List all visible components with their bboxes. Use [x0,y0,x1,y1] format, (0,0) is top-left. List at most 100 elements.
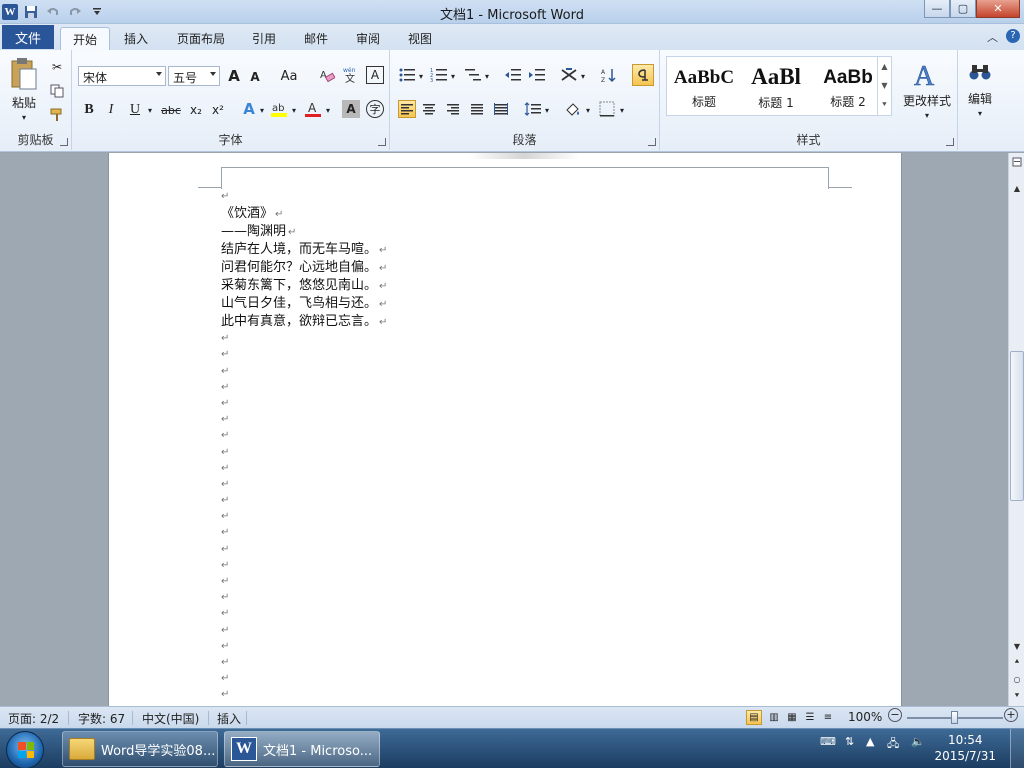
numbering-icon[interactable]: 123 [430,66,448,84]
paste-button[interactable]: 粘贴 [4,94,44,110]
font-launcher-icon[interactable] [378,138,386,146]
change-case-button[interactable]: Aa [276,66,302,86]
document-page[interactable]: ↵ 《饮酒》 ↵ ——陶渊明 ↵ 结庐在人境，而无车马喧。 ↵ 问君何能尔？心远地自偏… [108,153,902,706]
word-count[interactable]: 字数: 67 [78,710,125,727]
change-styles-icon[interactable]: A [904,56,948,92]
line-spacing-icon[interactable] [524,100,542,118]
minimize-ribbon-icon[interactable]: ︿ [987,29,998,45]
grow-font-button[interactable]: A [224,66,244,86]
style-item-heading-2[interactable]: AaBb 标题 2 [813,59,883,113]
change-styles-button[interactable]: 更改样式 [898,92,956,108]
line-spacing-dropdown-icon[interactable]: ▾ [543,104,551,116]
paragraph-launcher-icon[interactable] [648,138,656,146]
align-center-icon[interactable] [420,100,438,118]
align-left-icon[interactable] [398,100,416,118]
gallery-down-icon[interactable]: ▼ [881,81,887,90]
bold-button[interactable]: B [80,100,98,120]
underline-dropdown-icon[interactable]: ▾ [146,104,154,116]
highlight-dropdown-icon[interactable]: ▾ [290,104,298,116]
network-icon[interactable]: 🖧 [887,735,899,754]
ruler-toggle-icon[interactable] [1010,155,1024,169]
strikethrough-button[interactable]: abc [158,100,184,120]
tab-references[interactable]: 引用 [244,27,284,50]
underline-button[interactable]: U [126,100,144,120]
enclose-characters-icon[interactable]: 字 [366,100,384,118]
draft-view-icon[interactable]: ≡ [820,710,836,725]
show-hide-marks-icon[interactable] [632,64,654,86]
style-item-title[interactable]: AaBbC 标题 [669,59,739,113]
system-clock[interactable]: 10:54 2015/7/31 [934,732,996,764]
font-size-combo[interactable]: 五号 [168,66,220,86]
show-hidden-icons[interactable]: ▲ [866,735,874,748]
copy-icon[interactable] [48,82,66,100]
web-layout-icon[interactable]: ▦ [784,710,800,725]
tab-page-layout[interactable]: 页面布局 [170,27,232,50]
numbering-dropdown-icon[interactable]: ▾ [449,70,457,82]
chinese-layout-icon[interactable] [560,66,578,84]
highlight-icon[interactable]: ab [270,100,288,118]
editing-button[interactable]: 编辑 [962,90,998,106]
shrink-font-button[interactable]: A [246,68,264,86]
shading-dropdown-icon[interactable]: ▾ [584,104,592,116]
scroll-thumb[interactable] [1010,351,1024,501]
scroll-down-icon[interactable]: ▼ [1010,639,1024,653]
borders-icon[interactable] [598,100,616,118]
cut-icon[interactable]: ✂ [48,58,66,76]
language-indicator[interactable]: 中文(中国) [142,710,199,727]
start-button[interactable] [6,731,44,768]
font-color-dropdown-icon[interactable]: ▾ [324,104,332,116]
binoculars-icon[interactable] [966,58,994,86]
taskbar-item-word[interactable]: W 文档1 - Microso... [224,731,380,767]
gallery-up-icon[interactable]: ▲ [881,62,887,71]
gallery-more-icon[interactable]: ⯆ [881,100,887,110]
increase-indent-icon[interactable] [528,66,546,84]
tab-insert[interactable]: 插入 [114,27,158,50]
tab-file[interactable]: 文件 [2,25,54,49]
multilevel-list-icon[interactable] [464,66,482,84]
bullets-dropdown-icon[interactable]: ▾ [417,70,425,82]
insert-mode[interactable]: 插入 [217,710,241,727]
change-styles-dropdown-icon[interactable]: ▾ [921,110,933,120]
next-page-icon[interactable]: ⯆ [1010,689,1024,703]
full-screen-reading-icon[interactable]: ▥ [766,710,782,725]
italic-button[interactable]: I [102,100,120,120]
help-icon[interactable]: ? [1006,29,1020,43]
outline-view-icon[interactable]: ☰ [802,710,818,725]
taskbar-item-folder[interactable]: Word导学实验08... [62,731,218,767]
character-shading-icon[interactable]: A [342,100,360,118]
maximize-button[interactable]: ▢ [950,0,976,18]
character-border-icon[interactable]: A [366,66,384,84]
chinese-layout-dropdown-icon[interactable]: ▾ [579,70,587,82]
vertical-scrollbar[interactable]: ▲ ▼ ⯅ ○ ⯆ [1008,153,1024,706]
text-effects-dropdown-icon[interactable]: ▾ [258,104,266,116]
align-right-icon[interactable] [444,100,462,118]
clear-formatting-icon[interactable]: A [318,66,336,84]
font-size-dropdown-icon[interactable] [210,72,216,76]
sort-icon[interactable]: AZ [600,66,618,84]
font-name-combo[interactable]: 宋体 [78,66,166,86]
subscript-button[interactable]: x₂ [186,100,206,120]
zoom-in-button[interactable]: + [1004,708,1018,722]
shading-icon[interactable] [564,100,582,118]
clipboard-launcher-icon[interactable] [60,138,68,146]
minimize-button[interactable]: — [924,0,950,18]
print-layout-icon[interactable]: ▤ [746,710,762,725]
borders-dropdown-icon[interactable]: ▾ [618,104,626,116]
scroll-up-icon[interactable]: ▲ [1010,181,1024,195]
bullets-icon[interactable] [398,66,416,84]
tab-view[interactable]: 视图 [400,27,440,50]
zoom-level[interactable]: 100% [848,710,882,724]
previous-page-icon[interactable]: ⯅ [1010,655,1024,669]
tab-review[interactable]: 审阅 [348,27,388,50]
paste-dropdown-icon[interactable]: ▾ [18,112,30,122]
font-color-icon[interactable]: A [304,100,322,118]
text-effects-icon[interactable]: A [240,100,258,118]
tab-mailings[interactable]: 邮件 [296,27,336,50]
distributed-icon[interactable] [492,100,510,118]
superscript-button[interactable]: x² [208,100,228,120]
tab-home[interactable]: 开始 [60,27,110,50]
volume-icon[interactable]: 🔈 [911,735,925,748]
format-painter-icon[interactable] [48,106,66,124]
page-count[interactable]: 页面: 2/2 [8,710,59,727]
input-method-icon[interactable]: ⇅ [845,735,854,748]
